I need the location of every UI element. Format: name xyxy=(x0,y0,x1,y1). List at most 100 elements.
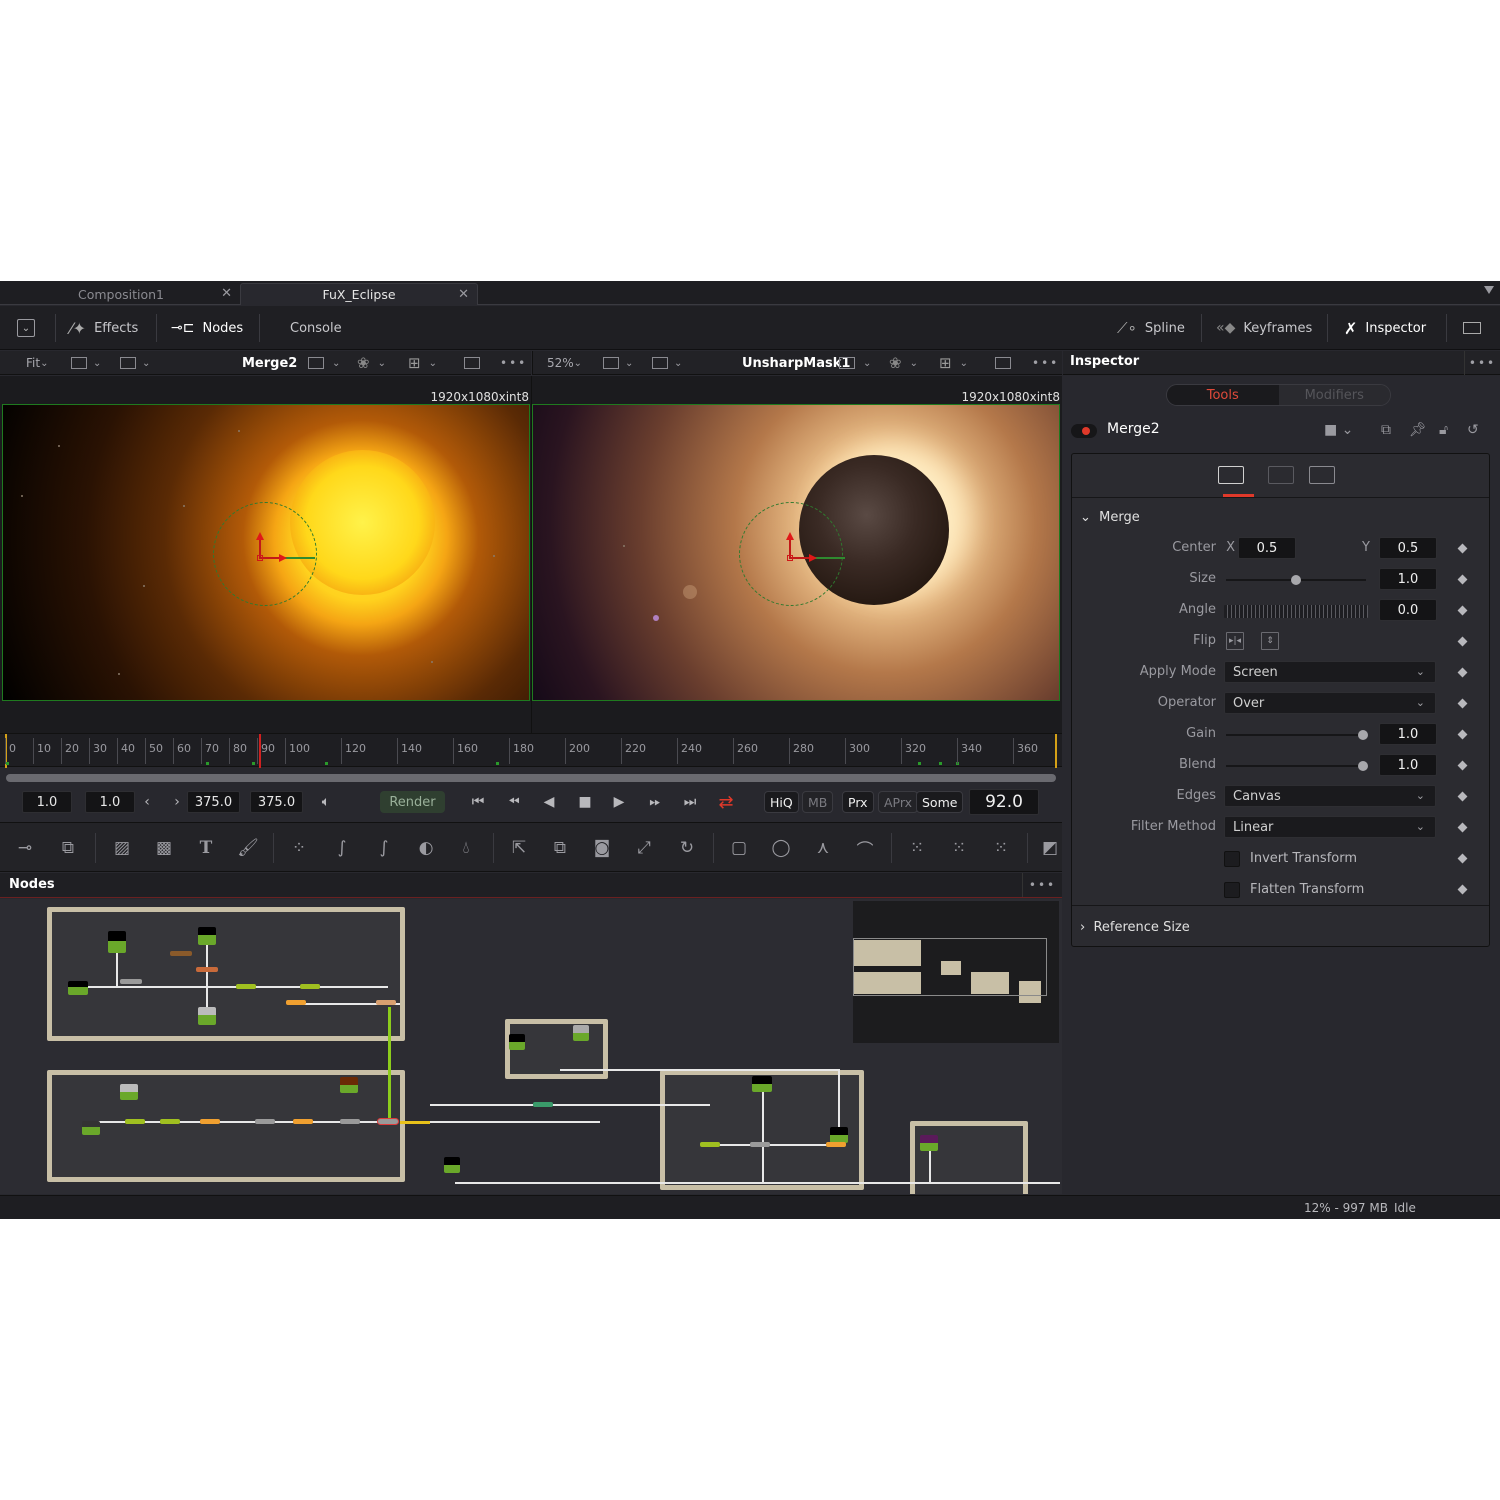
keyframe-diamond-icon[interactable] xyxy=(1457,822,1468,833)
size-handle[interactable] xyxy=(285,557,315,559)
merge-section-header[interactable]: ⌄ Merge xyxy=(1080,510,1140,525)
edges-dropdown[interactable]: Canvas ⌄ xyxy=(1224,785,1436,807)
node-thumbnail[interactable] xyxy=(509,1034,525,1050)
channel-booleans-icon[interactable]: ⧉ xyxy=(548,836,572,860)
node[interactable] xyxy=(293,1119,313,1124)
merge2-node-selected[interactable] xyxy=(377,1118,399,1125)
render-end-marker[interactable] xyxy=(1055,734,1057,768)
viewer1-roi-button[interactable]: ⌄ xyxy=(120,351,150,375)
blend-field[interactable]: 1.0 xyxy=(1379,754,1437,776)
tab-fux-eclipse[interactable]: FuX_Eclipse ✕ xyxy=(240,283,478,305)
size-handle[interactable] xyxy=(815,557,845,559)
viewer-right[interactable]: 1920x1080xint8 xyxy=(531,376,1062,733)
flatten-transform-checkbox[interactable] xyxy=(1224,882,1240,898)
timeline-scrollbar[interactable] xyxy=(6,774,1056,782)
nodes-more-button[interactable]: ••• xyxy=(1022,873,1062,897)
timeline-ruler[interactable]: 0 10 20 30 40 50 60 70 80 90 100 120 140 160 180 200 220… xyxy=(0,733,1062,768)
node-editor-canvas[interactable] xyxy=(0,899,1062,1194)
node[interactable] xyxy=(700,1142,720,1147)
viewer-image-sun[interactable] xyxy=(2,404,530,701)
color-curves-icon[interactable]: ∫ xyxy=(330,836,354,860)
viewer1-split-button[interactable]: ⌄ xyxy=(71,351,101,375)
keyframe-diamond-icon[interactable] xyxy=(1457,543,1468,554)
viewer2-more-button[interactable]: ••• xyxy=(1032,351,1059,375)
center-x-axis[interactable] xyxy=(261,557,281,559)
viewer2-grid-button[interactable]: ⊞ ⌄ xyxy=(939,351,968,375)
settings-tab[interactable] xyxy=(1309,466,1335,484)
node-thumbnail[interactable] xyxy=(444,1157,460,1173)
fullscreen-toggle-button[interactable] xyxy=(1463,306,1481,350)
center-y-field[interactable]: 0.5 xyxy=(1379,537,1437,559)
minimap-viewport[interactable] xyxy=(853,938,1047,996)
keyframe-diamond-icon[interactable] xyxy=(1457,605,1468,616)
node[interactable] xyxy=(170,951,192,956)
reset-icon[interactable]: ↺ xyxy=(1467,422,1479,438)
node[interactable] xyxy=(826,1142,846,1147)
viewer1-zoom-select[interactable]: Fit ⌄ xyxy=(26,351,48,375)
viewer1-more-button[interactable]: ••• xyxy=(500,351,527,375)
node-thumbnail[interactable] xyxy=(198,1007,216,1025)
tool-color-button[interactable]: ■ ⌄ xyxy=(1324,422,1353,438)
chevron-right-icon[interactable]: › xyxy=(170,791,184,813)
keyframe-diamond-icon[interactable] xyxy=(1457,574,1468,585)
viewer2-channels-button[interactable]: ❀ ⌄ xyxy=(889,351,918,375)
node[interactable] xyxy=(300,984,320,989)
particle-emitter-icon[interactable]: ⁙ xyxy=(905,836,929,860)
node[interactable] xyxy=(160,1119,180,1124)
node-thumbnail[interactable] xyxy=(340,1077,358,1093)
lock-icon[interactable]: 🔓︎ xyxy=(1439,422,1448,438)
render-end-field[interactable]: 375.0 xyxy=(187,791,240,813)
tools-tab[interactable]: Tools xyxy=(1167,385,1279,405)
node-thumbnail[interactable] xyxy=(120,1084,138,1100)
brightness-contrast-icon[interactable]: ∫ xyxy=(372,836,396,860)
filter-method-dropdown[interactable]: Linear ⌄ xyxy=(1224,816,1436,838)
background-icon[interactable]: ▨ xyxy=(110,836,134,860)
mb-button[interactable]: MB xyxy=(802,791,834,813)
stop-icon[interactable]: ■ xyxy=(575,791,595,813)
merge-size-gizmo[interactable] xyxy=(213,502,317,606)
viewer2-checker-button[interactable]: ⌄ xyxy=(839,351,871,375)
polygon-mask-icon[interactable]: ⋏ xyxy=(811,836,835,860)
global-end-field[interactable]: 375.0 xyxy=(250,791,303,813)
underlay-icon[interactable]: ⧉ xyxy=(56,836,80,860)
pin-icon[interactable]: 📌︎ xyxy=(1409,422,1427,438)
rectangle-mask-icon[interactable]: ▢ xyxy=(727,836,751,860)
center-handle[interactable] xyxy=(787,555,793,561)
operator-dropdown[interactable]: Over ⌄ xyxy=(1224,692,1436,714)
color-corrector-icon[interactable]: ◐ xyxy=(414,836,438,860)
node-thumbnail[interactable] xyxy=(752,1076,772,1092)
ellipse-mask-icon[interactable]: ◯ xyxy=(769,836,793,860)
node[interactable] xyxy=(255,1119,275,1124)
paint-icon[interactable]: 🖌︎ xyxy=(236,836,260,860)
viewer-left[interactable]: 1920x1080xint8 xyxy=(0,376,531,733)
resize-icon[interactable]: ⤢ xyxy=(632,836,656,860)
keyframes-button[interactable]: «◆ Keyframes xyxy=(1216,306,1312,350)
viewer2-safe-frame-button[interactable] xyxy=(995,351,1011,375)
versions-icon[interactable]: ⧉ xyxy=(1381,422,1391,438)
render-start-field[interactable]: 1.0 xyxy=(85,791,135,813)
close-icon[interactable]: ✕ xyxy=(458,287,469,302)
modifiers-tab[interactable]: Modifiers xyxy=(1278,385,1390,405)
center-x-field[interactable]: 0.5 xyxy=(1238,537,1296,559)
apply-mode-dropdown[interactable]: Screen ⌄ xyxy=(1224,661,1436,683)
channels-tab[interactable] xyxy=(1268,466,1294,484)
node[interactable] xyxy=(376,1000,396,1005)
viewer1-safe-frame-button[interactable] xyxy=(464,351,480,375)
bspline-mask-icon[interactable]: ⌒ xyxy=(853,836,877,861)
global-start-field[interactable]: 1.0 xyxy=(22,791,72,813)
render-button[interactable]: Render xyxy=(380,791,445,813)
node[interactable] xyxy=(196,967,218,972)
slider-knob[interactable] xyxy=(1291,575,1301,585)
loop-icon[interactable]: ⇄ xyxy=(714,791,738,813)
flip-vertical-icon[interactable]: ⇕ xyxy=(1261,632,1279,650)
matte-control-icon[interactable]: 💧︎ xyxy=(454,836,478,860)
node-thumbnail[interactable] xyxy=(920,1135,938,1151)
particle-merge-icon[interactable]: ⁙ xyxy=(989,836,1013,860)
node[interactable] xyxy=(533,1102,553,1107)
invert-transform-checkbox[interactable] xyxy=(1224,851,1240,867)
merge-size-gizmo[interactable] xyxy=(739,502,843,606)
inspector-more-button[interactable]: ••• xyxy=(1464,351,1500,375)
loader-node[interactable] xyxy=(68,981,88,995)
gain-field[interactable]: 1.0 xyxy=(1379,723,1437,745)
chevron-left-icon[interactable]: ‹ xyxy=(140,791,154,813)
